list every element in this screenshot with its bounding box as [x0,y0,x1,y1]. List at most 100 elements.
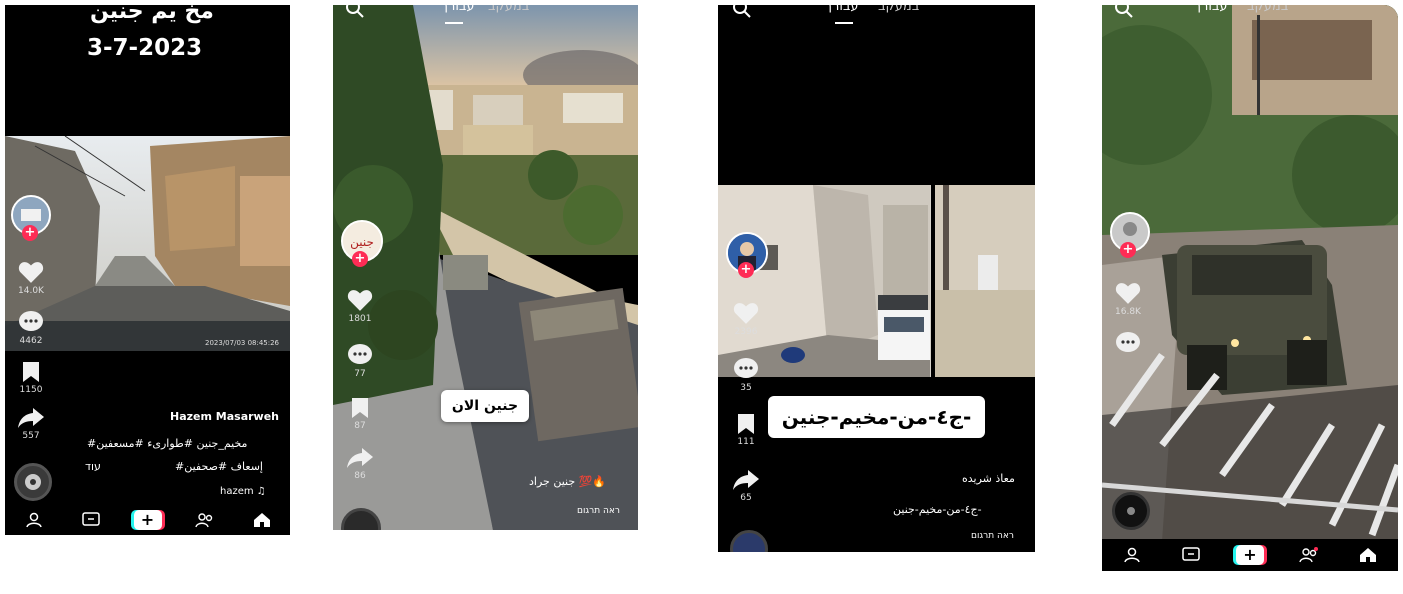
creator-username[interactable]: Hazem Masarweh [170,410,279,423]
comment-count: 77 [354,369,366,379]
video-caption-sticker: جنين الان [441,390,529,422]
sound-disc[interactable] [1112,492,1150,530]
tab-for-you[interactable]: עבורך [825,5,859,14]
video-phone-2: עבורך במעקב جنين + 1801 77 87 86 جنين ال… [333,5,638,530]
like-action[interactable]: 16.8K [1112,281,1144,317]
comment-action[interactable]: 77 [345,343,375,379]
video-phone-3: עבורך במעקב + 2396 35 111 65 ج٤-من-مخيم-… [718,5,1035,552]
share-action[interactable]: 557 [15,407,47,441]
video-header-title: مخ يم جنين [90,5,214,24]
nav-create[interactable]: + [133,509,162,531]
tab-following[interactable]: במעקב [878,5,919,14]
video-hashtags-2[interactable]: #إسعاف #صحفين [175,460,263,473]
bookmark-action[interactable]: 111 [733,413,759,447]
tab-following[interactable]: במעקב [1247,5,1288,14]
tab-for-you[interactable]: עבורך [1194,5,1228,14]
share-count: 65 [740,493,752,503]
like-action[interactable]: 14.0K [15,260,47,296]
heart-icon [347,290,373,311]
video-phone-1: مخ يم جنين 3-7-2023 2023/07/03 08:45:26 … [5,5,290,535]
see-more-link[interactable]: עוד [85,460,101,473]
nav-create[interactable]: + [1235,544,1264,566]
comment-count: 35 [740,383,752,393]
nav-friends[interactable] [1295,544,1323,566]
comment-icon [19,311,43,331]
nav-inbox[interactable] [77,509,105,531]
video-header-date: 3-7-2023 [87,35,203,61]
creator-username[interactable]: معاذ شريده [962,472,1015,485]
bookmark-count: 87 [354,421,366,431]
heart-icon [18,262,44,283]
share-action[interactable]: 65 [730,469,762,503]
follow-button[interactable]: + [352,251,368,267]
bookmark-action[interactable]: 1150 [17,361,45,395]
tab-for-you[interactable]: עבורך [441,5,475,14]
plus-icon: + [1235,545,1264,565]
svg-text:جنين: جنين [350,235,374,250]
nav-home[interactable] [1354,544,1382,566]
video-timestamp-overlay: 2023/07/03 08:45:26 [205,339,280,347]
search-icon[interactable] [1114,5,1134,19]
comment-action[interactable]: 4462 [15,310,47,346]
share-icon [733,470,759,490]
bookmark-count: 1150 [19,385,43,395]
sound-disc[interactable] [14,463,52,501]
screenshot-collage: مخ يم جنين 3-7-2023 2023/07/03 08:45:26 … [0,0,1403,594]
nav-profile[interactable] [1118,544,1146,566]
like-action[interactable]: 2396 [730,301,762,337]
follow-button[interactable]: + [1120,242,1136,258]
nav-profile[interactable] [20,509,48,531]
search-icon[interactable] [345,5,365,19]
tab-active-indicator [445,22,463,24]
profile-icon [1123,547,1140,563]
comment-action[interactable] [1112,331,1144,355]
sound-disc[interactable] [730,530,768,552]
video-frame[interactable] [1102,5,1398,541]
sound-name[interactable]: hazem ♫ [220,486,266,497]
video-frame[interactable] [5,136,290,351]
share-icon [18,408,44,428]
bookmark-action[interactable]: 87 [347,397,373,431]
profile-icon [25,512,42,528]
bookmark-icon [352,398,368,418]
nav-friends[interactable] [191,509,219,531]
video-description[interactable]: ج٤-من-مخيم-جنين- [893,503,982,516]
comment-icon [734,358,758,378]
tab-following[interactable]: במעקב [488,5,529,14]
search-icon[interactable] [732,5,752,19]
video-hashtags-1[interactable]: #مخيم_جنين #طوارىء #مسعفين [87,437,247,450]
comment-icon [348,344,372,364]
friends-icon [194,513,212,528]
inbox-icon [81,512,100,526]
video-description[interactable]: جنين جراد 💯🔥 [529,475,606,488]
bottom-nav: + [5,505,290,535]
comment-action[interactable]: 35 [730,357,762,393]
see-translation-link[interactable]: ראה תרגום [971,531,1014,541]
friends-icon [1299,547,1319,563]
comment-icon [1116,332,1140,352]
home-icon [1360,548,1377,562]
home-icon [253,513,270,527]
follow-button[interactable]: + [738,262,754,278]
heart-icon [1115,283,1141,304]
bookmark-count: 111 [737,437,755,447]
video-frame[interactable] [333,5,638,530]
like-count: 2396 [734,327,758,337]
see-translation-link[interactable]: ראה תרגום [577,506,620,516]
like-count: 16.8K [1115,307,1141,317]
video-frame[interactable] [718,185,1035,377]
share-action[interactable]: 86 [344,447,376,481]
video-phone-4: עבורך במעקב + 16.8K + [1102,5,1398,571]
comment-count: 4462 [19,336,43,346]
follow-button[interactable]: + [22,225,38,241]
like-action[interactable]: 1801 [345,288,375,324]
nav-home[interactable] [248,509,276,531]
heart-icon [733,303,759,324]
like-count: 14.0K [18,286,44,296]
tab-active-indicator [835,22,853,24]
video-caption-sticker: ج٤-من-مخيم-جنين- [768,396,985,438]
bottom-nav: + [1102,539,1398,571]
inbox-icon [1182,547,1200,561]
share-count: 557 [22,431,40,441]
nav-inbox[interactable] [1177,544,1205,566]
